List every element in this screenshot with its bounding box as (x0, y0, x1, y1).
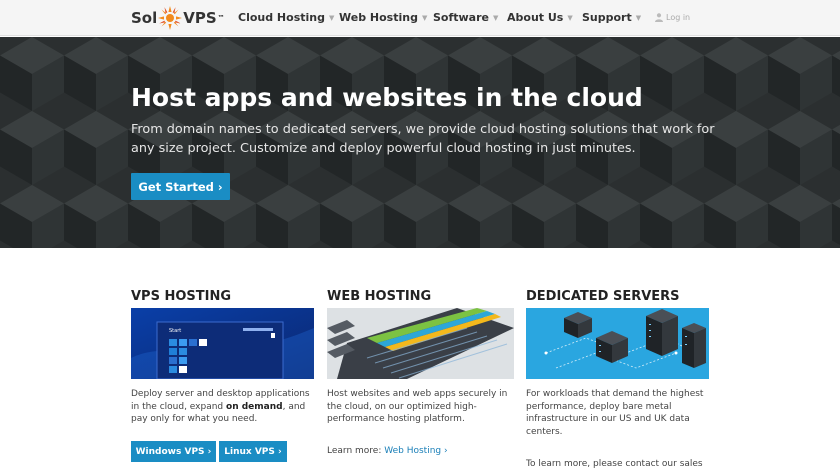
vps-desc-bold: on demand (226, 401, 283, 412)
chevron-down-icon: ▼ (328, 13, 335, 22)
logo-text-sol: Sol (131, 9, 158, 27)
nav-about-us[interactable]: About Us ▼ (507, 11, 573, 24)
nav-item-label: Web Hosting (339, 11, 418, 24)
logo-trademark: ™ (217, 14, 225, 22)
nav-item-label: Software (433, 11, 489, 24)
learn-more-prefix: Learn more: (327, 446, 385, 456)
dedicated-contact-text: To learn more, please contact our sales (526, 459, 703, 469)
get-started-button[interactable]: Get Started › (131, 173, 230, 200)
vps-hosting-image: Start (131, 308, 314, 379)
nav-cloud-hosting[interactable]: Cloud Hosting ▼ (238, 11, 334, 24)
vps-hosting-description: Deploy server and desktop applications i… (131, 388, 314, 426)
chevron-down-icon: ▼ (567, 13, 573, 22)
nav-web-hosting[interactable]: Web Hosting ▼ (339, 11, 427, 24)
hero-title: Host apps and websites in the cloud (131, 83, 643, 112)
nav-item-label: Cloud Hosting (238, 11, 325, 24)
web-hosting-description: Host websites and web apps securely in t… (327, 389, 508, 425)
nav-item-label: About Us (507, 11, 564, 24)
web-hosting-image (327, 308, 514, 379)
nav-item-label: Support (582, 11, 632, 24)
web-hosting-learn-more: Learn more: Web Hosting › (327, 446, 448, 456)
login-link[interactable]: Log in (655, 13, 690, 22)
web-hosting-link[interactable]: Web Hosting › (384, 446, 447, 456)
login-label: Log in (666, 13, 691, 22)
chevron-down-icon: ▼ (493, 13, 499, 22)
dedicated-servers-image (526, 308, 709, 379)
vps-hosting-title: VPS HOSTING (131, 289, 232, 304)
web-hosting-title: WEB HOSTING (327, 289, 432, 304)
hero-subtitle: From domain names to dedicated servers, … (131, 122, 715, 156)
top-navbar: Sol VPS ™ Cloud Hosting ▼ Web Hosting ▼ … (0, 0, 840, 36)
linux-vps-button[interactable]: Linux VPS › (219, 441, 287, 462)
logo-text-vps: VPS (183, 9, 217, 27)
dedicated-servers-description: For workloads that demand the highest pe… (526, 389, 704, 437)
user-icon (655, 13, 663, 22)
nav-support[interactable]: Support ▼ (582, 11, 641, 24)
screen-start-label: Start (169, 328, 181, 334)
windows-vps-button[interactable]: Windows VPS › (131, 441, 216, 462)
sun-logo-icon (158, 6, 183, 30)
chevron-down-icon: ▼ (635, 13, 642, 22)
dedicated-servers-title: DEDICATED SERVERS (526, 289, 680, 304)
nav-software[interactable]: Software ▼ (433, 11, 498, 24)
chevron-down-icon: ▼ (421, 13, 428, 22)
hero-banner: Host apps and websites in the cloud From… (0, 37, 840, 248)
solvps-logo[interactable]: Sol VPS ™ (131, 6, 225, 30)
